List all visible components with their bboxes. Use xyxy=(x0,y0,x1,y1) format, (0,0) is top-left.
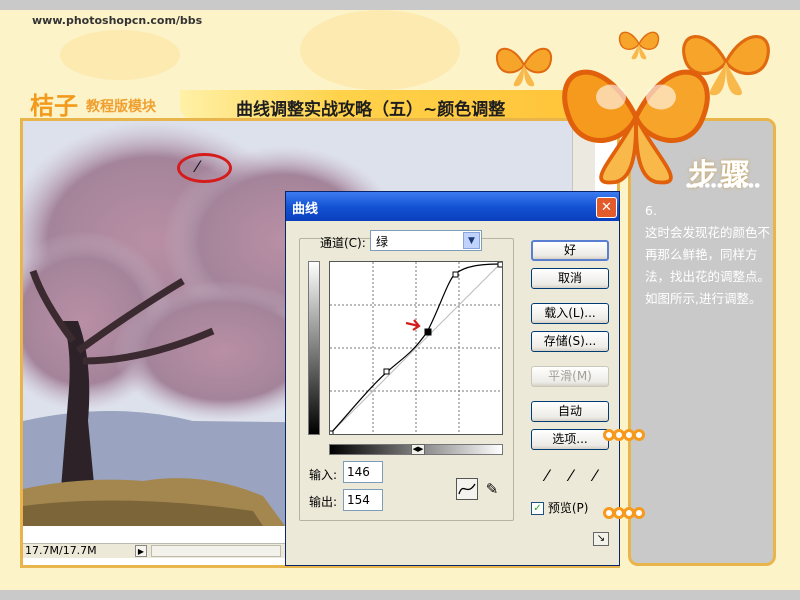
expand-icon[interactable]: ↘ xyxy=(593,532,609,546)
input-label: 输入: xyxy=(309,468,338,482)
smooth-button[interactable]: 平滑(M) xyxy=(531,366,609,387)
output-gradient-bar xyxy=(308,261,320,435)
curve-point[interactable] xyxy=(383,368,390,375)
highlight-circle xyxy=(177,153,232,183)
channel-value: 绿 xyxy=(376,235,389,249)
butterfly-icon xyxy=(495,47,553,87)
white-eyedropper-icon[interactable]: ⁄ xyxy=(584,465,606,487)
dialog-titlebar[interactable]: 曲线 ✕ xyxy=(286,192,619,221)
curve-point[interactable] xyxy=(497,261,504,268)
curve-point[interactable] xyxy=(327,430,334,437)
output-field[interactable]: 154 xyxy=(343,489,383,511)
options-button[interactable]: 选项... xyxy=(531,429,609,450)
horizontal-scrollbar[interactable] xyxy=(151,545,281,557)
document-size: 17.7M/17.7M xyxy=(25,544,97,557)
chevron-down-icon[interactable]: ▼ xyxy=(463,232,480,249)
auto-button[interactable]: 自动 xyxy=(531,401,609,422)
input-field[interactable]: 146 xyxy=(343,461,383,483)
pencil-tool-icon[interactable]: ✎ xyxy=(482,478,502,500)
curve-graph[interactable] xyxy=(327,261,504,437)
curve-point[interactable] xyxy=(452,271,459,278)
close-button[interactable]: ✕ xyxy=(596,197,617,218)
site-url[interactable]: www.photoshopcn.com/bbs xyxy=(32,14,202,27)
output-label: 输出: xyxy=(309,495,338,509)
gray-eyedropper-icon[interactable]: ⁄ xyxy=(560,465,582,487)
brand-logo: 桔子 xyxy=(30,91,78,120)
large-butterfly-icon xyxy=(562,69,710,185)
dialog-title: 曲线 xyxy=(292,202,319,217)
ok-button[interactable]: 好 xyxy=(531,240,609,261)
steps-text: 6. 这时会发现花的颜色不再那么鲜艳，同样方法，找出花的调整点。如图所示,进行调… xyxy=(645,203,771,306)
curve-point-selected[interactable] xyxy=(424,328,432,336)
channel-label: 通道(C): xyxy=(320,236,366,250)
red-arrow-icon xyxy=(405,319,421,331)
load-button[interactable]: 载入(L)... xyxy=(531,303,609,324)
orange-ring-marker xyxy=(603,507,645,519)
top-strip xyxy=(0,0,800,10)
channel-select[interactable]: 绿 ▼ xyxy=(370,230,482,251)
brand-subtitle: 教程版模块 xyxy=(86,99,156,115)
status-menu-arrow-icon[interactable]: ▶ xyxy=(135,545,147,557)
curve-svg xyxy=(327,261,504,437)
orange-ring-marker xyxy=(603,429,645,441)
gradient-toggle-icon[interactable]: ◀▶ xyxy=(411,444,425,455)
background-blob xyxy=(300,10,460,90)
black-eyedropper-icon[interactable]: ⁄ xyxy=(536,465,558,487)
eyedropper-cursor-icon: ⁄ xyxy=(196,157,199,176)
save-button[interactable]: 存储(S)... xyxy=(531,331,609,352)
bottom-strip xyxy=(0,590,800,600)
cancel-button[interactable]: 取消 xyxy=(531,268,609,289)
curves-dialog: 曲线 ✕ 通道(C): 绿 ▼ ◀▶ 输入: 146 输出: 154 ✎ 好 取… xyxy=(285,191,620,566)
preview-checkbox-row[interactable]: ✓ 预览(P) xyxy=(531,499,588,516)
background-blob xyxy=(60,30,180,80)
curve-tool-icon[interactable] xyxy=(456,478,478,500)
preview-label: 预览(P) xyxy=(547,501,589,515)
page-title: 曲线调整实战攻略（五）~颜色调整 xyxy=(236,100,506,120)
preview-checkbox[interactable]: ✓ xyxy=(531,502,544,515)
